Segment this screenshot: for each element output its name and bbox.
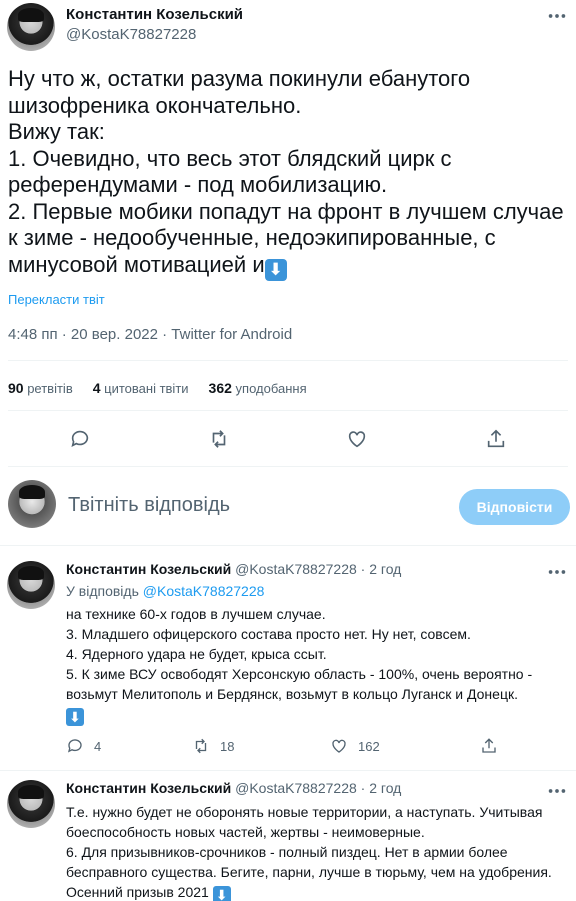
reply-author-handle[interactable]: @KostaK78827228 <box>235 780 357 796</box>
quotes-count: 4 <box>92 380 101 396</box>
like-action[interactable]: 162 <box>330 737 380 755</box>
retweets-label: ретвітів <box>27 381 73 396</box>
more-options-icon[interactable] <box>546 780 568 802</box>
reply-count: 4 <box>94 738 102 754</box>
share-icon <box>482 738 496 753</box>
reply-author-avatar[interactable] <box>7 561 55 609</box>
reply-action-bar: 4 18 162 <box>66 737 571 757</box>
down-arrow-emoji-icon: ⬇ <box>66 708 84 726</box>
thread-reply[interactable]: Константин Козельский @KostaK78827228 · … <box>0 780 576 901</box>
replying-to: У відповідь @KostaK78827228 <box>66 583 264 599</box>
more-options-icon[interactable] <box>546 5 568 27</box>
translate-tweet-link[interactable]: Перекласти твіт <box>8 292 105 307</box>
retweet-icon[interactable] <box>208 428 230 450</box>
reply-time[interactable]: 2 год <box>369 561 401 577</box>
down-arrow-emoji-icon: ⬇ <box>264 258 287 281</box>
tweet-body: Ну что ж, остатки разума покинули ебанут… <box>8 66 564 277</box>
like-count: 162 <box>358 738 380 754</box>
tweet-text: Ну что ж, остатки разума покинули ебанут… <box>8 66 568 281</box>
author-avatar[interactable] <box>7 3 55 51</box>
reply-author-handle[interactable]: @KostaK78827228 <box>235 561 357 577</box>
quotes-stat[interactable]: 4 цитовані твіти <box>93 380 189 396</box>
divider <box>8 360 568 361</box>
reply-author-name[interactable]: Константин Козельский <box>66 780 231 796</box>
author-name[interactable]: Константин Козельский <box>66 6 243 23</box>
reply-icon[interactable] <box>69 428 91 450</box>
likes-stat[interactable]: 362 уподобання <box>209 380 307 396</box>
quotes-label: цитовані твіти <box>104 381 189 396</box>
reply-body: на технике 60-х годов в лучшем случае. 3… <box>66 606 533 702</box>
divider <box>8 410 568 411</box>
share-icon[interactable] <box>485 428 507 450</box>
reply-header: Константин Козельский @KostaK78827228 · … <box>66 561 402 577</box>
reply-action[interactable]: 4 <box>66 737 101 755</box>
reply-text: на технике 60-х годов в лучшем случае. 3… <box>66 604 571 726</box>
likes-count: 362 <box>208 380 232 396</box>
replying-to-label: У відповідь <box>66 583 139 599</box>
down-arrow-emoji-icon: ⬇ <box>212 886 231 901</box>
divider <box>0 770 576 771</box>
reply-author-avatar[interactable] <box>7 780 55 828</box>
reply-header: Константин Козельский @KostaK78827228 · … <box>66 780 402 796</box>
current-user-avatar <box>8 480 56 528</box>
divider <box>8 466 568 467</box>
reply-author-name[interactable]: Константин Козельский <box>66 561 231 577</box>
more-options-icon[interactable] <box>546 561 568 583</box>
reply-text: Т.е. нужно будет не оборонять новые терр… <box>66 802 571 901</box>
like-icon[interactable] <box>346 428 368 450</box>
reply-icon <box>67 739 82 753</box>
share-action[interactable] <box>480 737 498 755</box>
reply-submit-button[interactable]: Відповісти <box>459 489 570 525</box>
tweet-timestamp-source[interactable]: 4:48 пп · 20 вер. 2022 · Twitter for And… <box>8 326 292 343</box>
reply-input[interactable]: Твітніть відповідь <box>68 494 230 517</box>
retweet-count: 18 <box>220 738 235 754</box>
retweets-count: 90 <box>8 380 24 396</box>
author-handle[interactable]: @KostaK78827228 <box>66 26 196 43</box>
likes-label: уподобання <box>235 381 307 396</box>
retweets-stat[interactable]: 90 ретвітів <box>8 380 73 396</box>
reply-time[interactable]: 2 год <box>369 780 401 796</box>
replying-to-handle[interactable]: @KostaK78827228 <box>143 583 265 599</box>
retweet-icon <box>195 738 207 754</box>
reply-body: Т.е. нужно будет не оборонять новые терр… <box>66 804 552 900</box>
tweet-stats: 90 ретвітів 4 цитовані твіти 362 уподоба… <box>8 380 307 396</box>
like-icon <box>332 739 346 753</box>
thread-reply[interactable]: Константин Козельский @KostaK78827228 · … <box>0 561 576 771</box>
retweet-action[interactable]: 18 <box>192 737 234 755</box>
divider <box>0 545 576 546</box>
